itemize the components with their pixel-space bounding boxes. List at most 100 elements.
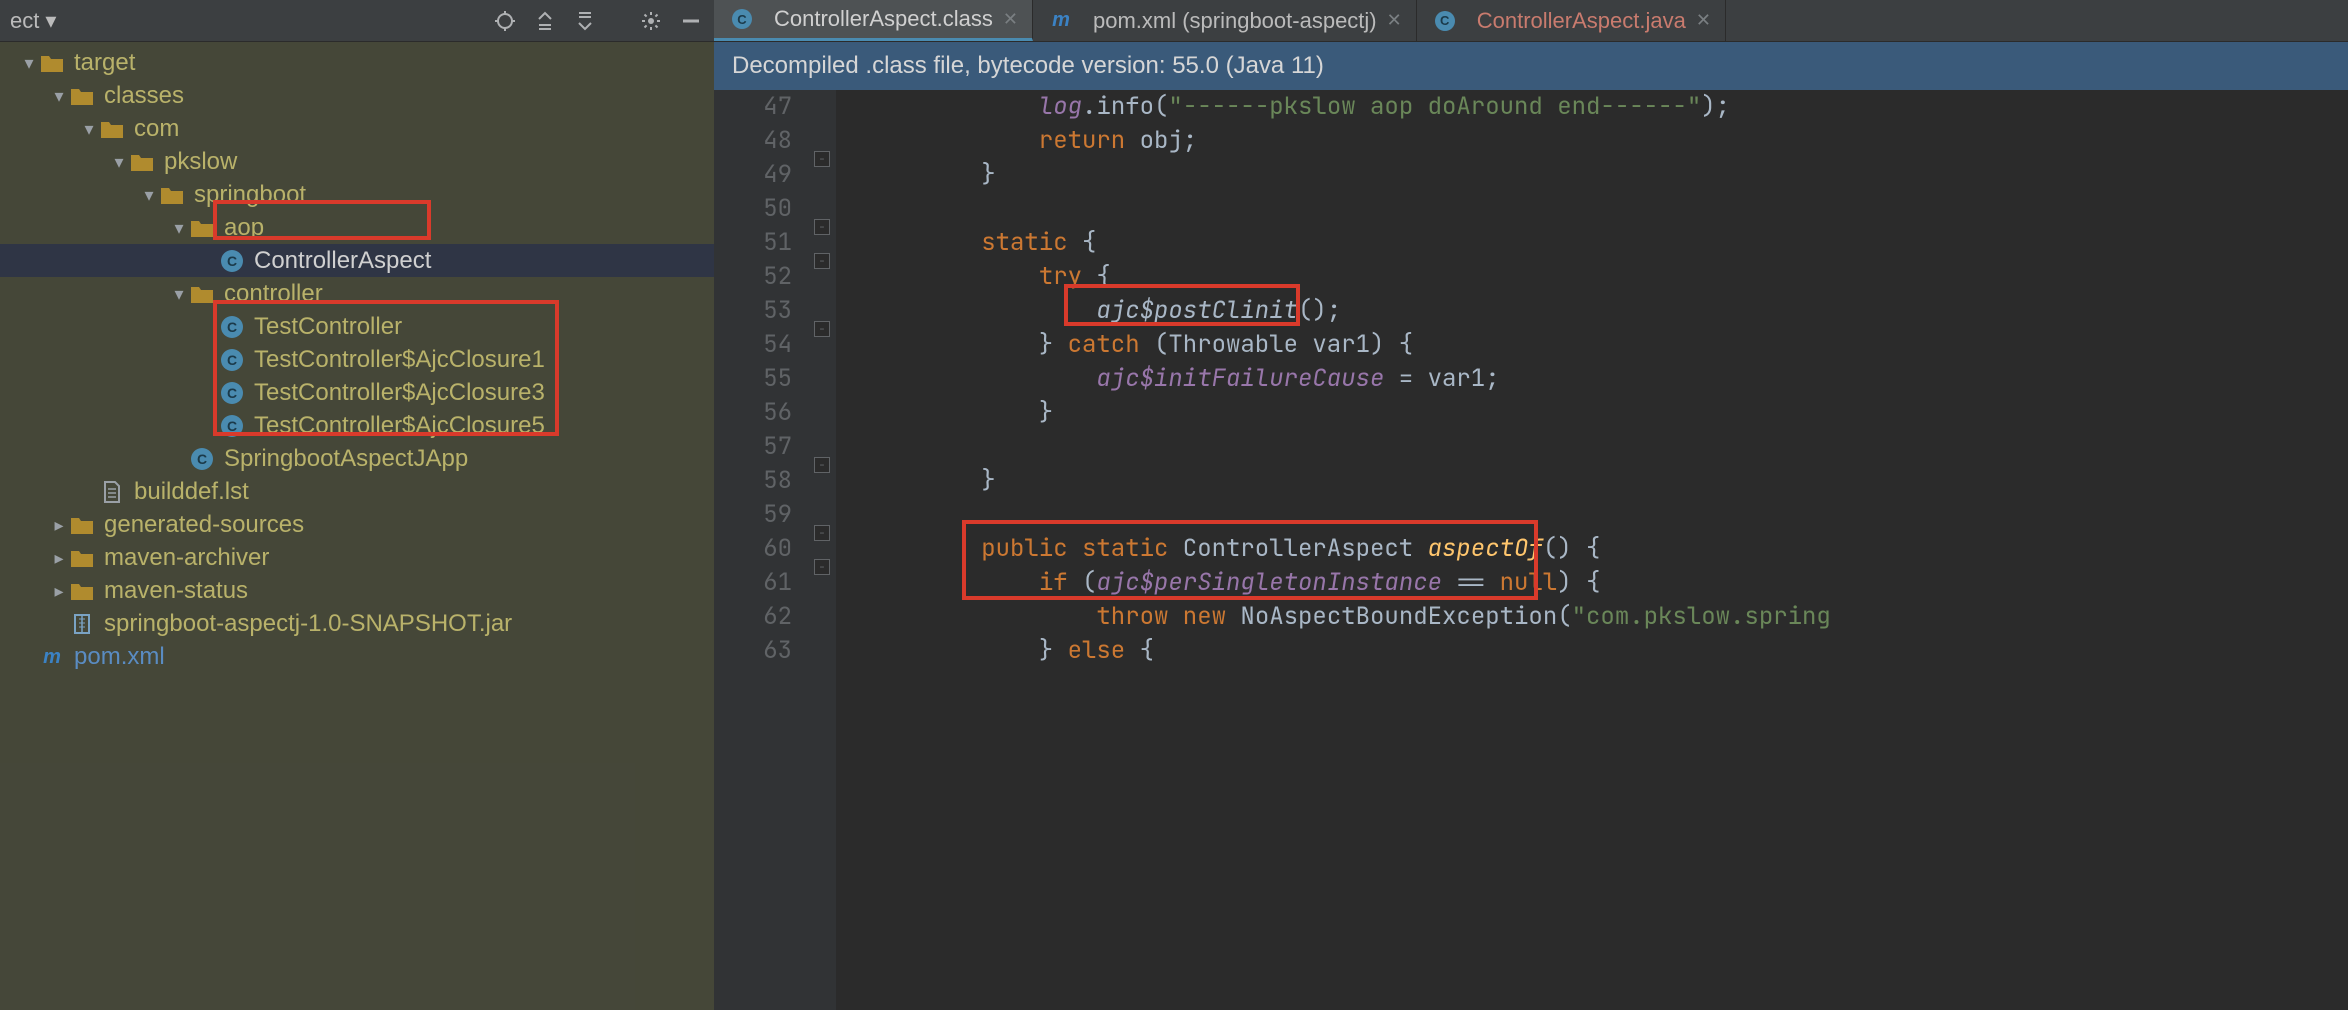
close-icon[interactable]: ✕: [1696, 10, 1711, 31]
fold-marker-icon[interactable]: −: [814, 525, 830, 541]
maven-icon: m: [38, 645, 66, 669]
fold-marker-icon[interactable]: −: [814, 253, 830, 269]
tab-pom-xml[interactable]: m pom.xml (springboot-aspectj) ✕: [1033, 0, 1417, 41]
line-number: 60: [714, 532, 792, 566]
line-number: 51: [714, 226, 792, 260]
maven-icon: m: [1047, 9, 1075, 33]
fold-marker-icon[interactable]: −: [814, 151, 830, 167]
file-icon: [98, 480, 126, 504]
editor-panel: C ControllerAspect.class ✕ m pom.xml (sp…: [714, 0, 2348, 1010]
archive-icon: [68, 612, 96, 636]
chevron-down-icon[interactable]: ▾: [170, 277, 188, 311]
tree-label: TestController: [254, 310, 402, 344]
project-view-selector[interactable]: ect: [10, 8, 39, 34]
class-icon: C: [1431, 9, 1459, 33]
tree-node-ajc1[interactable]: C TestController$AjcClosure1: [0, 343, 714, 376]
tree-label: maven-status: [104, 574, 248, 608]
tree-node-com[interactable]: ▾ com: [0, 112, 714, 145]
fold-marker-icon[interactable]: −: [814, 321, 830, 337]
dropdown-icon[interactable]: ▾: [45, 8, 56, 34]
expand-all-icon[interactable]: [532, 8, 558, 34]
line-number: 63: [714, 634, 792, 668]
folder-icon: [188, 216, 216, 240]
tab-label: pom.xml (springboot-aspectj): [1093, 8, 1377, 34]
tree-node-springboot[interactable]: ▾ springboot: [0, 178, 714, 211]
settings-icon[interactable]: [638, 8, 664, 34]
line-number: 49: [714, 158, 792, 192]
locate-icon[interactable]: [492, 8, 518, 34]
fold-marker-icon[interactable]: −: [814, 219, 830, 235]
line-number: 59: [714, 498, 792, 532]
tab-controller-aspect-java[interactable]: C ControllerAspect.java ✕: [1417, 0, 1726, 41]
close-icon[interactable]: ✕: [1387, 10, 1402, 31]
code-content[interactable]: log.info("------pkslow aop doAround end-…: [836, 90, 2348, 1010]
tree-label: target: [74, 46, 135, 80]
tree-label: maven-archiver: [104, 541, 269, 575]
tree-node-ajc5[interactable]: C TestController$AjcClosure5: [0, 409, 714, 442]
class-icon: C: [218, 381, 246, 405]
tree-node-ajc3[interactable]: C TestController$AjcClosure3: [0, 376, 714, 409]
chevron-right-icon[interactable]: ▸: [50, 508, 68, 542]
line-number: 56: [714, 396, 792, 430]
close-icon[interactable]: ✕: [1003, 9, 1018, 30]
project-tool-window: ect ▾ ▾ target: [0, 0, 714, 1010]
tree-node-builddef[interactable]: builddef.lst: [0, 475, 714, 508]
tree-label: pkslow: [164, 145, 237, 179]
tab-label: ControllerAspect.class: [774, 6, 993, 32]
chevron-down-icon[interactable]: ▾: [80, 112, 98, 146]
tree-node-classes[interactable]: ▾ classes: [0, 79, 714, 112]
chevron-down-icon[interactable]: ▾: [140, 178, 158, 212]
line-number: 58: [714, 464, 792, 498]
chevron-right-icon[interactable]: ▸: [50, 574, 68, 608]
tab-controller-aspect-class[interactable]: C ControllerAspect.class ✕: [714, 0, 1033, 41]
folder-icon: [128, 150, 156, 174]
code-editor[interactable]: 4748495051525354555657585960616263 − − −…: [714, 90, 2348, 1010]
folder-icon: [188, 282, 216, 306]
tree-node-pom[interactable]: m pom.xml: [0, 640, 714, 673]
tree-node-jar[interactable]: springboot-aspectj-1.0-SNAPSHOT.jar: [0, 607, 714, 640]
line-number: 57: [714, 430, 792, 464]
line-number: 62: [714, 600, 792, 634]
project-tree[interactable]: ▾ target ▾ classes ▾ com ▾ pkslow ▾ spri…: [0, 42, 714, 1010]
chevron-down-icon[interactable]: ▾: [20, 46, 38, 80]
tree-node-target[interactable]: ▾ target: [0, 46, 714, 79]
tree-node-generated-sources[interactable]: ▸ generated-sources: [0, 508, 714, 541]
fold-marker-icon[interactable]: −: [814, 457, 830, 473]
tree-node-controller[interactable]: ▾ controller: [0, 277, 714, 310]
tree-label: com: [134, 112, 179, 146]
tree-node-aop[interactable]: ▾ aop: [0, 211, 714, 244]
line-number: 52: [714, 260, 792, 294]
tree-label: controller: [224, 277, 323, 311]
folder-icon: [68, 546, 96, 570]
chevron-down-icon[interactable]: ▾: [110, 145, 128, 179]
class-icon: C: [218, 315, 246, 339]
tree-label: springboot: [194, 178, 306, 212]
folder-icon: [68, 513, 96, 537]
tree-node-maven-archiver[interactable]: ▸ maven-archiver: [0, 541, 714, 574]
class-icon: C: [218, 348, 246, 372]
collapse-all-icon[interactable]: [572, 8, 598, 34]
folder-icon: [38, 51, 66, 75]
tree-node-maven-status[interactable]: ▸ maven-status: [0, 574, 714, 607]
line-number: 47: [714, 90, 792, 124]
line-number: 55: [714, 362, 792, 396]
line-number: 54: [714, 328, 792, 362]
fold-marker-icon[interactable]: −: [814, 559, 830, 575]
chevron-right-icon[interactable]: ▸: [50, 541, 68, 575]
line-number: 53: [714, 294, 792, 328]
class-icon: C: [728, 7, 756, 31]
tree-node-controller-aspect[interactable]: C ControllerAspect: [0, 244, 714, 277]
line-number: 50: [714, 192, 792, 226]
tree-label: TestController$AjcClosure5: [254, 409, 545, 443]
chevron-down-icon[interactable]: ▾: [50, 79, 68, 113]
folder-icon: [98, 117, 126, 141]
decompile-banner: Decompiled .class file, bytecode version…: [714, 42, 2348, 90]
tree-node-pkslow[interactable]: ▾ pkslow: [0, 145, 714, 178]
tree-label: generated-sources: [104, 508, 304, 542]
class-icon: C: [218, 414, 246, 438]
chevron-down-icon[interactable]: ▾: [170, 211, 188, 245]
hide-icon[interactable]: [678, 8, 704, 34]
tree-node-app[interactable]: C SpringbootAspectJApp: [0, 442, 714, 475]
tree-label: builddef.lst: [134, 475, 249, 509]
tree-node-test-controller[interactable]: C TestController: [0, 310, 714, 343]
